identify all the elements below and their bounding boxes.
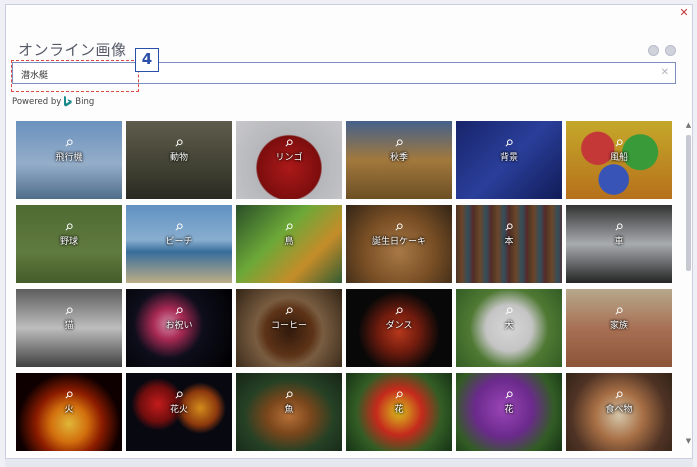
category-label: ダンス bbox=[385, 321, 413, 331]
category-label: 野球 bbox=[59, 237, 78, 247]
scroll-down-icon[interactable]: ▼ bbox=[684, 437, 693, 445]
category-tile[interactable]: ダンス bbox=[346, 289, 452, 367]
smiley-icon[interactable] bbox=[648, 45, 659, 56]
search-icon bbox=[285, 391, 293, 399]
category-tile[interactable]: リンゴ bbox=[236, 121, 342, 199]
category-label: 食べ物 bbox=[605, 405, 633, 415]
category-tile[interactable]: 火 bbox=[16, 373, 122, 451]
search-icon bbox=[285, 307, 293, 315]
category-label: 花 bbox=[504, 405, 514, 415]
search-icon bbox=[285, 139, 293, 147]
bing-logo-icon bbox=[64, 96, 72, 107]
category-tile[interactable]: 花火 bbox=[126, 373, 232, 451]
step-number-badge: 4 bbox=[135, 48, 159, 72]
image-category-grid: 飛行機 動物 リンゴ 秋季 背景 風船野球 ビーチ 鳥 誕生日ケーキ 本 車猫 お祝い コーヒー ダンス 犬… bbox=[16, 121, 676, 451]
category-tile[interactable]: お祝い bbox=[126, 289, 232, 367]
category-label: 車 bbox=[614, 237, 624, 247]
search-icon bbox=[175, 391, 183, 399]
category-label: 本 bbox=[504, 237, 514, 247]
category-label: コーヒー bbox=[270, 321, 307, 331]
category-label: 魚 bbox=[284, 405, 294, 415]
category-label: 鳥 bbox=[284, 237, 294, 247]
dialog-title: オンライン画像 bbox=[18, 41, 127, 59]
category-label: 風船 bbox=[609, 153, 628, 163]
category-tile[interactable]: 花 bbox=[456, 373, 562, 451]
bottom-strip bbox=[5, 459, 693, 467]
title-icons bbox=[648, 45, 676, 56]
category-tile[interactable]: 動物 bbox=[126, 121, 232, 199]
search-icon bbox=[395, 223, 403, 231]
search-icon bbox=[285, 223, 293, 231]
vertical-scrollbar[interactable]: ▲ ▼ bbox=[684, 121, 693, 445]
category-label: 秋季 bbox=[389, 153, 408, 163]
search-icon bbox=[615, 139, 623, 147]
category-tile[interactable]: 誕生日ケーキ bbox=[346, 205, 452, 283]
search-icon bbox=[505, 223, 513, 231]
search-icon bbox=[65, 391, 73, 399]
search-icon bbox=[65, 307, 73, 315]
category-label: 犬 bbox=[504, 321, 514, 331]
category-label: 花火 bbox=[169, 405, 188, 415]
callout-highlight-box bbox=[11, 60, 139, 92]
category-tile[interactable]: 秋季 bbox=[346, 121, 452, 199]
category-tile[interactable]: 本 bbox=[456, 205, 562, 283]
search-icon bbox=[505, 139, 513, 147]
category-tile[interactable]: ビーチ bbox=[126, 205, 232, 283]
search-icon bbox=[175, 223, 183, 231]
search-icon bbox=[395, 391, 403, 399]
category-tile[interactable]: コーヒー bbox=[236, 289, 342, 367]
category-tile[interactable]: 車 bbox=[566, 205, 672, 283]
powered-by-bing: Powered by Bing bbox=[12, 96, 94, 107]
search-icon bbox=[395, 307, 403, 315]
search-icon bbox=[65, 223, 73, 231]
category-tile[interactable]: 家族 bbox=[566, 289, 672, 367]
category-tile[interactable]: 花 bbox=[346, 373, 452, 451]
search-icon bbox=[615, 391, 623, 399]
clear-search-icon[interactable]: ✕ bbox=[661, 67, 669, 78]
search-icon bbox=[615, 307, 623, 315]
category-label: 火 bbox=[64, 405, 74, 415]
category-tile[interactable]: 魚 bbox=[236, 373, 342, 451]
scroll-thumb[interactable] bbox=[686, 135, 691, 271]
category-label: ビーチ bbox=[165, 237, 193, 247]
powered-by-label: Powered by bbox=[12, 96, 62, 107]
category-label: 花 bbox=[394, 405, 404, 415]
bing-brand: Bing bbox=[75, 96, 95, 107]
category-tile[interactable]: 野球 bbox=[16, 205, 122, 283]
scroll-up-icon[interactable]: ▲ bbox=[684, 121, 693, 129]
search-icon bbox=[395, 139, 403, 147]
category-label: 飛行機 bbox=[55, 153, 83, 163]
category-label: 動物 bbox=[169, 153, 188, 163]
category-tile[interactable]: 背景 bbox=[456, 121, 562, 199]
search-icon bbox=[615, 223, 623, 231]
category-tile[interactable]: 飛行機 bbox=[16, 121, 122, 199]
search-icon bbox=[65, 139, 73, 147]
settings-icon[interactable] bbox=[665, 45, 676, 56]
category-tile[interactable]: 鳥 bbox=[236, 205, 342, 283]
search-icon bbox=[505, 307, 513, 315]
category-label: 誕生日ケーキ bbox=[371, 237, 426, 247]
category-tile[interactable]: 風船 bbox=[566, 121, 672, 199]
category-tile[interactable]: 食べ物 bbox=[566, 373, 672, 451]
category-label: 猫 bbox=[64, 321, 74, 331]
category-label: お祝い bbox=[165, 321, 193, 331]
category-tile[interactable]: 猫 bbox=[16, 289, 122, 367]
search-icon bbox=[175, 139, 183, 147]
category-label: 家族 bbox=[609, 321, 628, 331]
category-tile[interactable]: 犬 bbox=[456, 289, 562, 367]
search-icon bbox=[505, 391, 513, 399]
category-label: 背景 bbox=[499, 153, 518, 163]
search-icon bbox=[175, 307, 183, 315]
close-icon[interactable]: ✕ bbox=[679, 7, 689, 18]
category-label: リンゴ bbox=[275, 153, 303, 163]
